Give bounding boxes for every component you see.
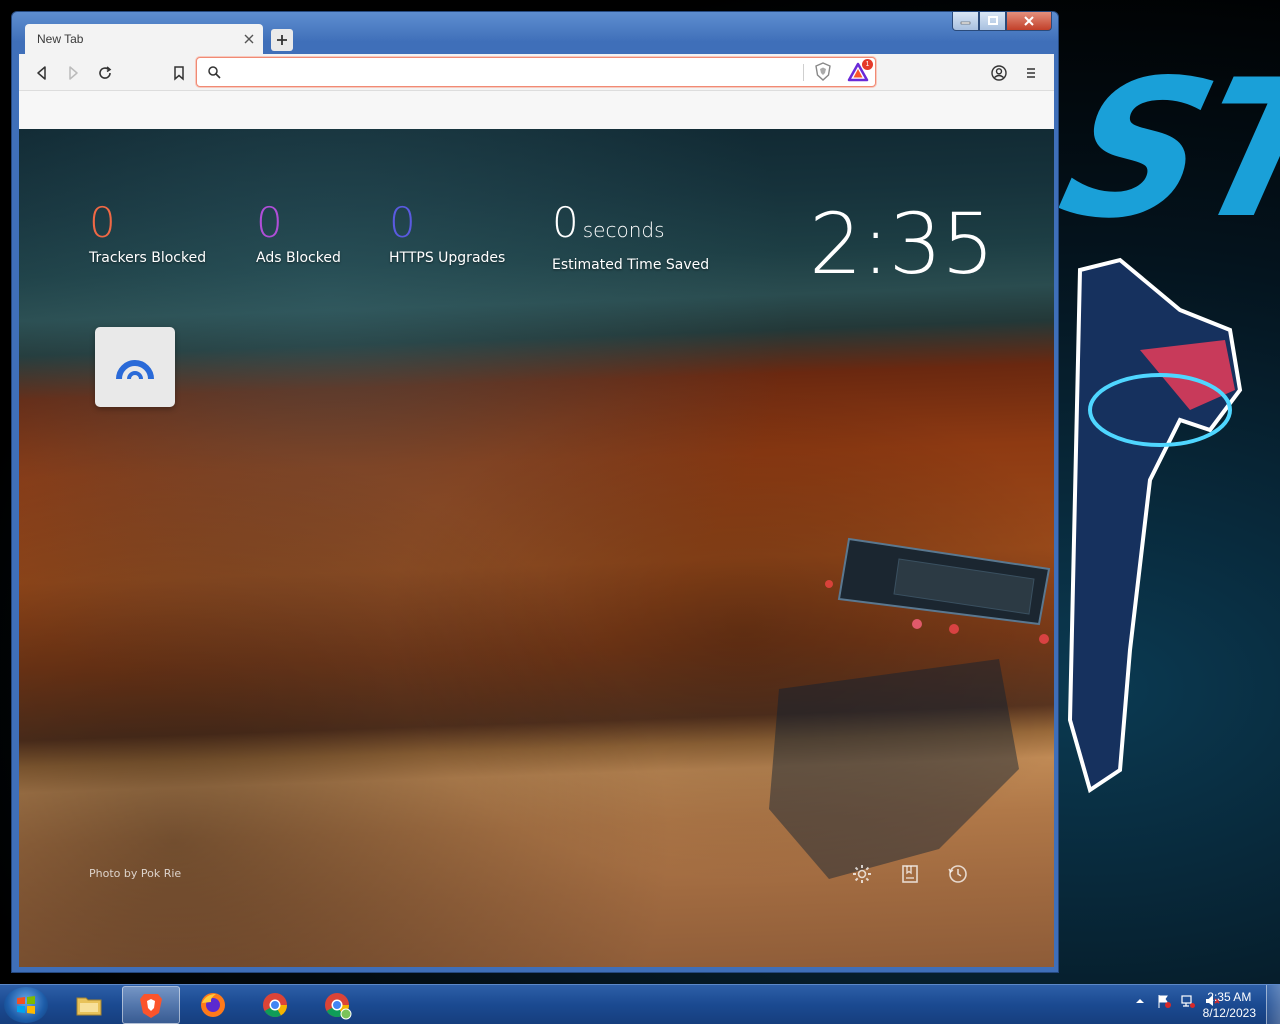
start-button[interactable]: [4, 987, 48, 1023]
tab-title: New Tab: [37, 32, 84, 46]
new-tab-button[interactable]: [271, 29, 293, 51]
boat-shadow: [769, 659, 1019, 879]
bookmarks-icon: [902, 865, 918, 883]
profile-button[interactable]: [988, 62, 1010, 84]
time-saved-stat: 0 seconds Estimated Time Saved: [552, 201, 710, 274]
show-hidden-icons-button[interactable]: [1132, 993, 1148, 1009]
https-upgrades-count: 0: [389, 198, 416, 247]
wallpaper-graphic-text: ST: [1042, 39, 1280, 260]
back-button[interactable]: [31, 62, 53, 84]
customize-button[interactable]: [849, 861, 875, 887]
ads-blocked-count: 0: [256, 198, 283, 247]
photo-credit[interactable]: Photo by Pok Rie: [89, 867, 181, 880]
https-upgrades-label: HTTPS Upgrades: [389, 250, 506, 266]
browser-window: New Tab 1 0 Trackers Blocked 0 Ads Block…: [11, 11, 1059, 973]
forward-button[interactable]: [62, 62, 84, 84]
close-icon: [244, 34, 254, 44]
time-saved-count: 0: [552, 198, 579, 247]
tab-new-tab[interactable]: New Tab: [25, 24, 263, 54]
browser-toolbar: 1: [19, 54, 1054, 91]
taskbar: 2:35 AM 8/12/2023: [0, 984, 1280, 1024]
menu-button[interactable]: [1020, 62, 1042, 84]
brave-rewards-button[interactable]: 1: [847, 59, 873, 83]
history-icon: [948, 865, 967, 883]
taskbar-chrome-canary[interactable]: [308, 986, 366, 1024]
chevron-up-icon: [1136, 999, 1144, 1003]
back-icon: [37, 66, 46, 80]
taskbar-explorer[interactable]: [60, 986, 118, 1024]
trackers-blocked-stat: 0 Trackers Blocked: [89, 198, 207, 267]
flag-alert-icon: [1158, 995, 1171, 1008]
folder-icon: [76, 997, 102, 1016]
network-icon: [1181, 995, 1195, 1008]
search-icon: [208, 66, 221, 79]
reload-icon: [99, 66, 112, 79]
chrome-icon: [263, 993, 287, 1018]
ntp-clock: 2:35: [809, 195, 995, 293]
profile-icon: [991, 65, 1007, 81]
trackers-blocked-label: Trackers Blocked: [89, 250, 207, 266]
taskbar-date: 8/12/2023: [1202, 1006, 1256, 1020]
taskbar-time: 2:35 AM: [1207, 990, 1252, 1004]
bookmark-icon: [174, 66, 184, 81]
bookmarks-bar: [19, 91, 1054, 129]
action-center-icon[interactable]: [1156, 993, 1172, 1009]
brave-lion-icon: [140, 994, 162, 1018]
history-button[interactable]: [945, 861, 971, 887]
network-icon[interactable]: [1180, 993, 1196, 1009]
ads-blocked-stat: 0 Ads Blocked: [256, 198, 341, 267]
hamburger-menu-icon: [1027, 68, 1035, 78]
bookmarks-button[interactable]: [897, 861, 923, 887]
taskbar-brave[interactable]: [122, 986, 180, 1024]
chrome-profile-icon: [325, 993, 352, 1020]
boat-image: [825, 537, 1051, 644]
time-saved-unit: seconds: [582, 218, 665, 242]
url-input[interactable]: [229, 61, 789, 83]
site-favicon-icon: [116, 360, 154, 380]
ads-blocked-label: Ads Blocked: [256, 250, 341, 266]
tab-close-button[interactable]: [241, 31, 257, 47]
trackers-blocked-count: 0: [89, 198, 116, 247]
wallpaper-figure: [1067, 257, 1243, 794]
new-tab-page: 0 Trackers Blocked 0 Ads Blocked 0 HTTPS…: [19, 129, 1054, 967]
reload-button[interactable]: [94, 62, 116, 84]
bookmark-button[interactable]: [168, 62, 190, 84]
https-upgrades-stat: 0 HTTPS Upgrades: [389, 198, 506, 267]
top-site-tile[interactable]: [95, 327, 175, 407]
time-saved-label: Estimated Time Saved: [552, 257, 710, 273]
forward-icon: [69, 66, 78, 80]
taskbar-clock[interactable]: 2:35 AM 8/12/2023: [1203, 989, 1256, 1021]
url-separator: [803, 64, 804, 81]
brave-shields-icon[interactable]: [813, 62, 833, 82]
time-saved-value-row: 0 seconds: [552, 201, 709, 252]
rewards-badge: 1: [862, 59, 873, 70]
taskbar-chrome[interactable]: [246, 986, 304, 1024]
tab-strip: New Tab: [19, 24, 1049, 54]
firefox-icon: [201, 993, 225, 1017]
show-desktop-button[interactable]: [1266, 985, 1280, 1024]
address-bar[interactable]: 1: [196, 57, 876, 87]
gear-icon: [853, 865, 871, 883]
taskbar-firefox[interactable]: [184, 986, 242, 1024]
plus-icon: [277, 35, 287, 45]
windows-logo-icon: [17, 996, 35, 1014]
